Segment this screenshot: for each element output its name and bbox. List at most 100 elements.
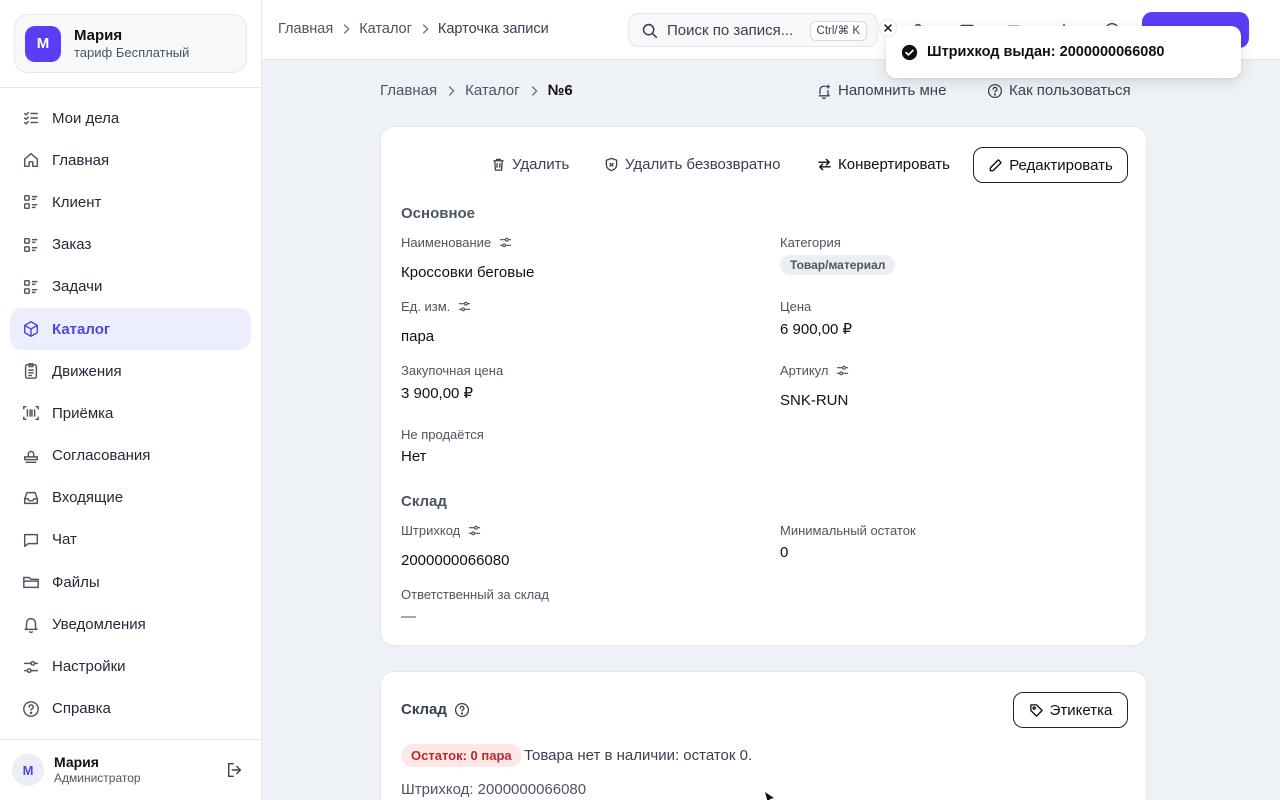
sidebar-item-label: Входящие [52,489,124,507]
convert-label: Конвертировать [838,156,950,173]
label-button[interactable]: Этикетка [1013,692,1128,728]
search-icon [642,23,658,38]
breadcrumb-catalog[interactable]: Каталог [359,21,412,37]
label-button-text: Этикетка [1049,701,1113,719]
pencil-icon [989,158,1003,171]
user-profile[interactable]: М Мария Администратор [12,752,248,788]
sliders-icon[interactable] [468,524,481,537]
delete-forever-label: Удалить безвозвратно [625,156,781,173]
stamp-icon [23,450,39,463]
search-placeholder: Поиск по запися... [667,21,794,39]
search-input[interactable]: Поиск по запися... Ctrl/⌘ K [628,13,878,47]
sidebar-item-label: Файлы [52,573,100,591]
field-label-text: Наименование [401,235,492,250]
field-label-category: Категория [780,235,841,250]
field-value-unit: пара [401,328,435,345]
sliders-icon[interactable] [458,300,471,313]
logout-icon[interactable] [226,761,244,779]
sidebar-item-receiving[interactable]: Приёмка [10,392,251,434]
remind-me-link[interactable]: Напомнить мне [816,82,946,99]
breadcrumb-home[interactable]: Главная [380,82,437,99]
sidebar-nav: Мои дела Главная Клиент Заказ Задачи Кат… [10,97,251,730]
field-value-sku: SNK-RUN [780,392,849,409]
help-circle-icon[interactable] [454,702,470,718]
field-value-purchase-price: 3 900,00 ₽ [401,385,474,402]
divider [0,739,261,740]
field-label-min-stock: Минимальный остаток [780,523,916,538]
close-icon [884,24,892,32]
field-label-unit: Ед. изм. [401,299,471,314]
sidebar-item-catalog[interactable]: Каталог [10,307,251,351]
how-to-use-link[interactable]: Как пользоваться [987,82,1131,99]
inbox-icon [23,491,39,504]
sidebar-item-order[interactable]: Заказ [10,224,251,266]
chat-icon [23,533,39,547]
field-label-text: Артикул [780,363,829,378]
divider [0,87,261,88]
sidebar-item-notifications[interactable]: Уведомления [10,603,251,645]
edit-button[interactable]: Редактировать [973,147,1128,183]
breadcrumb-current: №6 [547,82,573,99]
tag-icon [1029,703,1043,717]
field-label-purchase-price: Закупочная цена [401,363,504,378]
sidebar-item-my-tasks[interactable]: Мои дела [10,97,251,139]
shortcut-hint: Ctrl/⌘ K [809,21,867,41]
sidebar-item-inbox[interactable]: Входящие [10,477,251,519]
trash-icon [493,158,504,171]
chevron-right-icon [422,24,429,34]
sliders-icon[interactable] [836,364,849,377]
sidebar-item-files[interactable]: Файлы [10,561,251,603]
field-value-responsible: — [401,608,416,625]
sidebar-item-label: Приёмка [52,404,114,422]
delete-label: Удалить [512,156,570,173]
sidebar-item-label: Чат [52,531,77,549]
sidebar-item-approvals[interactable]: Согласования [10,435,251,477]
sidebar-item-label: Главная [52,151,110,169]
sidebar-item-chat[interactable]: Чат [10,519,251,561]
toast-close-button[interactable] [879,19,897,37]
sidebar-item-settings[interactable]: Настройки [10,645,251,687]
field-label-responsible: Ответственный за склад [401,587,549,602]
sidebar-item-tasks[interactable]: Задачи [10,266,251,308]
field-label-not-sold: Не продаётся [401,427,484,442]
toast-message: Штрихкод выдан: 2000000066080 [927,44,1165,60]
stock-card-title-text: Склад [401,701,447,718]
sidebar-item-movements[interactable]: Движения [10,350,251,392]
sidebar-item-client[interactable]: Клиент [10,181,251,223]
field-label-name: Наименование [401,235,512,250]
org-plan: тариф Бесплатный [74,44,190,60]
sidebar-item-label: Каталог [52,320,111,338]
list-icon [23,195,38,210]
field-label-sku: Артикул [780,363,849,378]
breadcrumb-catalog[interactable]: Каталог [465,82,520,99]
breadcrumb-home[interactable]: Главная [278,21,333,37]
home-icon [23,153,39,168]
stock-card-title: Склад [401,701,470,718]
help-circle-icon [23,700,39,717]
category-chip: Товар/материал [780,255,896,275]
sliders-icon[interactable] [499,236,512,249]
sidebar-item-help[interactable]: Справка [10,688,251,730]
checklist-icon [23,111,39,125]
barcode-line: Штрихкод: 2000000066080 [401,781,587,798]
field-label-text: Ед. изм. [401,299,451,314]
sidebar-item-label: Настройки [52,658,126,676]
field-value-price: 6 900,00 ₽ [780,321,853,338]
bell-plus-icon [818,84,830,99]
shield-x-icon [605,157,618,172]
field-value-min-stock: 0 [780,544,789,561]
sidebar: М Мария тариф Бесплатный Мои дела Главна… [0,0,262,800]
stock-card: Склад Этикетка Остаток: 0 пара Товара не… [380,671,1147,800]
org-switcher[interactable]: М Мария тариф Бесплатный [14,14,247,73]
mouse-cursor-icon [765,792,774,800]
list-icon [23,279,38,294]
remind-me-label: Напомнить мне [838,82,947,99]
swap-icon [818,158,831,171]
delete-forever-button[interactable]: Удалить безвозвратно [604,156,780,173]
sliders-icon [23,660,39,673]
sidebar-item-home[interactable]: Главная [10,139,251,181]
user-name: Мария [54,754,99,770]
clipboard-icon [24,363,38,380]
convert-button[interactable]: Конвертировать [817,156,950,173]
delete-button[interactable]: Удалить [491,156,569,173]
